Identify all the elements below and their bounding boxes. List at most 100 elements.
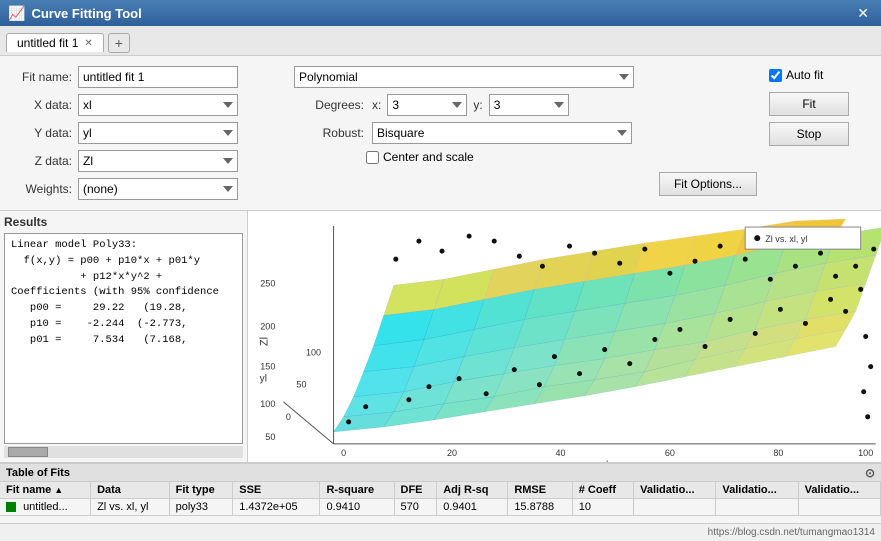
collapse-button[interactable]: ⊙ — [865, 466, 875, 480]
fit-button[interactable]: Fit — [769, 92, 849, 116]
form-panel: Fit name: X data: xl Y data: yl Z data: … — [12, 66, 282, 200]
row-ncoeff: 10 — [572, 499, 633, 516]
table-row[interactable]: untitled... Zl vs. xl, yl poly33 1.4372e… — [0, 499, 881, 516]
middle-section: Results Linear model Poly33: f(x,y) = p0… — [0, 211, 881, 463]
results-scroll-thumb — [8, 447, 48, 457]
table-of-fits-title: Table of Fits — [6, 467, 70, 479]
y-data-label: Y data: — [12, 126, 72, 140]
col-fit-name[interactable]: Fit name ▲ — [0, 482, 91, 499]
svg-text:80: 80 — [773, 448, 783, 458]
weights-select[interactable]: (none) — [78, 178, 238, 200]
fit-type-row: Polynomial — [294, 66, 757, 88]
z-data-select[interactable]: Zl — [78, 150, 238, 172]
degrees-label: Degrees: — [294, 98, 364, 112]
tab-label: untitled fit 1 — [17, 36, 78, 50]
fit-options-button[interactable]: Fit Options... — [659, 172, 757, 196]
col-adj-rsq: Adj R-sq — [437, 482, 508, 499]
plot-area: Zl 50 100 150 200 250 — [248, 211, 881, 462]
row-rmse: 15.8788 — [508, 499, 572, 516]
svg-text:50: 50 — [296, 380, 306, 390]
svg-text:150: 150 — [260, 362, 275, 372]
row-adj-rsq: 0.9401 — [437, 499, 508, 516]
tab-bar: untitled fit 1 ✕ + — [0, 26, 881, 56]
fit-type-select[interactable]: Polynomial — [294, 66, 634, 88]
col-ncoeff: # Coeff — [572, 482, 633, 499]
weights-label: Weights: — [12, 182, 72, 196]
svg-text:50: 50 — [265, 432, 275, 442]
svg-text:0: 0 — [341, 448, 346, 458]
x-degree-label: x: — [372, 98, 381, 112]
tab-untitled-fit-1[interactable]: untitled fit 1 ✕ — [6, 33, 104, 52]
svg-text:20: 20 — [447, 448, 457, 458]
degrees-row: Degrees: x: 3 y: 3 — [294, 94, 757, 116]
main-container: Fit name: X data: xl Y data: yl Z data: … — [0, 56, 881, 541]
y-degree-select[interactable]: 3 — [489, 94, 569, 116]
results-title: Results — [4, 215, 243, 229]
plot-svg: Zl 50 100 150 200 250 — [248, 211, 881, 462]
table-header-bar: Table of Fits ⊙ — [0, 464, 881, 482]
row-dfe: 570 — [394, 499, 437, 516]
row-val3 — [798, 499, 880, 516]
svg-text:40: 40 — [555, 448, 565, 458]
x-degree-select[interactable]: 3 — [387, 94, 467, 116]
row-rsquare: 0.9410 — [320, 499, 394, 516]
svg-text:Zl: Zl — [258, 337, 270, 346]
results-panel: Results Linear model Poly33: f(x,y) = p0… — [0, 211, 248, 462]
add-tab-button[interactable]: + — [108, 33, 130, 53]
col-dfe: DFE — [394, 482, 437, 499]
app-icon: 📈 — [8, 5, 25, 22]
autofit-checkbox[interactable] — [769, 69, 782, 82]
col-val1: Validatio... — [634, 482, 716, 499]
svg-text:60: 60 — [665, 448, 675, 458]
y-data-select[interactable]: yl — [78, 122, 238, 144]
close-button[interactable]: ✕ — [853, 5, 873, 22]
fit-name-input[interactable] — [78, 66, 238, 88]
row-sse: 1.4372e+05 — [233, 499, 320, 516]
svg-text:250: 250 — [260, 278, 275, 288]
center-scale-checkbox[interactable] — [366, 151, 379, 164]
svg-text:yl: yl — [260, 374, 267, 385]
autofit-label: Auto fit — [786, 68, 823, 82]
autofit-row: Auto fit — [769, 68, 823, 82]
results-scrollbar[interactable] — [4, 446, 243, 458]
col-val2: Validatio... — [716, 482, 798, 499]
col-data: Data — [91, 482, 170, 499]
top-section: Fit name: X data: xl Y data: yl Z data: … — [0, 56, 881, 211]
y-data-row: Y data: yl — [12, 122, 282, 144]
fits-table: Fit name ▲ Data Fit type SSE R-square DF… — [0, 482, 881, 516]
svg-text:100: 100 — [260, 399, 275, 409]
svg-text:200: 200 — [260, 321, 275, 331]
options-panel: Polynomial Degrees: x: 3 y: 3 Robust: — [294, 66, 757, 200]
row-val1 — [634, 499, 716, 516]
z-data-label: Z data: — [12, 154, 72, 168]
bottom-section: Table of Fits ⊙ Fit name ▲ Data Fit type… — [0, 463, 881, 523]
title-bar: 📈 Curve Fitting Tool ✕ — [0, 0, 881, 26]
x-data-select[interactable]: xl — [78, 94, 238, 116]
fit-name-row: Fit name: — [12, 66, 282, 88]
svg-text:0: 0 — [286, 412, 291, 422]
row-data: Zl vs. xl, yl — [91, 499, 170, 516]
col-rmse: RMSE — [508, 482, 572, 499]
fit-name-label: Fit name: — [12, 70, 72, 84]
results-content[interactable]: Linear model Poly33: f(x,y) = p00 + p10*… — [4, 233, 243, 444]
tab-close-icon[interactable]: ✕ — [84, 38, 92, 49]
col-fit-type: Fit type — [169, 482, 233, 499]
svg-text:xl: xl — [601, 460, 608, 462]
robust-select[interactable]: Bisquare — [372, 122, 632, 144]
center-scale-row: Center and scale — [366, 150, 757, 164]
center-scale-label: Center and scale — [383, 150, 474, 164]
weights-row: Weights: (none) — [12, 178, 282, 200]
row-fit-name: untitled... — [0, 499, 91, 516]
col-rsquare: R-square — [320, 482, 394, 499]
fit-color-indicator — [6, 502, 16, 512]
table-scroll[interactable]: Fit name ▲ Data Fit type SSE R-square DF… — [0, 482, 881, 523]
status-url: https://blog.csdn.net/tumangmao1314 — [708, 527, 875, 538]
x-data-label: X data: — [12, 98, 72, 112]
col-sse: SSE — [233, 482, 320, 499]
z-data-row: Z data: Zl — [12, 150, 282, 172]
degree-xy: x: 3 y: 3 — [372, 94, 569, 116]
x-data-row: X data: xl — [12, 94, 282, 116]
buttons-panel: Auto fit Fit Stop — [769, 66, 869, 200]
title-bar-text: Curve Fitting Tool — [31, 6, 141, 21]
stop-button[interactable]: Stop — [769, 122, 849, 146]
